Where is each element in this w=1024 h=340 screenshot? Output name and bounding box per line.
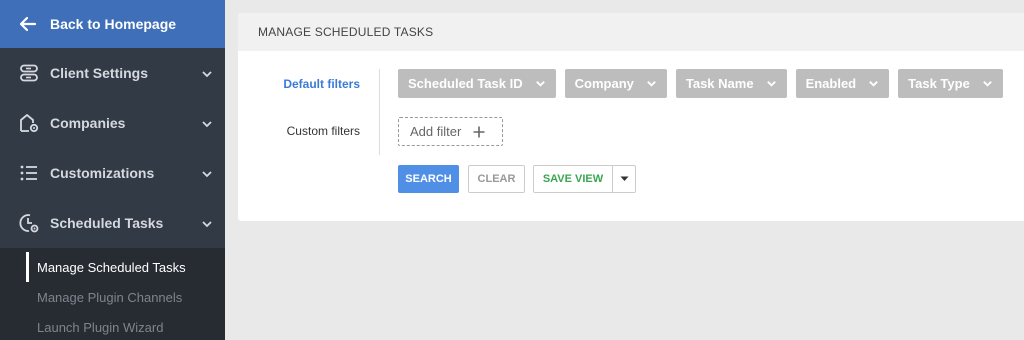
page-title: MANAGE SCHEDULED TASKS — [238, 13, 1024, 51]
save-view-dropdown-button[interactable] — [612, 165, 636, 193]
search-button[interactable]: SEARCH — [398, 165, 459, 193]
back-label: Back to Homepage — [50, 16, 177, 32]
chevron-down-icon — [201, 67, 213, 79]
plus-icon — [473, 126, 485, 138]
sidebar-item-customizations[interactable]: Customizations — [0, 148, 225, 198]
sidebar-item-label: Companies — [50, 115, 126, 131]
sidebar-item-companies[interactable]: Companies — [0, 98, 225, 148]
chevron-down-icon — [201, 167, 213, 179]
scheduled-tasks-submenu: Manage Scheduled Tasks Manage Plugin Cha… — [0, 248, 225, 340]
clock-gear-icon — [18, 212, 40, 234]
filters-divider — [379, 69, 380, 155]
filter-label: Scheduled Task ID — [408, 76, 523, 91]
scheduled-tasks-card: MANAGE SCHEDULED TASKS Default filters C… — [238, 13, 1024, 221]
chevron-down-icon — [982, 78, 993, 89]
chevron-down-icon — [646, 78, 657, 89]
chevron-down-icon — [201, 117, 213, 129]
filter-label: Company — [574, 76, 634, 91]
add-filter-button[interactable]: Add filter — [398, 117, 503, 146]
sidebar-item-label: Customizations — [50, 165, 155, 181]
filter-label: Task Name — [685, 76, 754, 91]
default-filter-list: Scheduled Task ID Company Task Name Enab… — [398, 69, 1003, 98]
sidebar-item-client-settings[interactable]: Client Settings — [0, 48, 225, 98]
filter-company[interactable]: Company — [564, 69, 667, 98]
sidebar: Back to Homepage Client Settings Compani… — [0, 0, 225, 340]
filter-label: Enabled — [805, 76, 857, 91]
caret-down-icon — [620, 176, 629, 182]
chevron-down-icon — [535, 78, 546, 89]
filter-task-name[interactable]: Task Name — [675, 69, 787, 98]
filter-enabled[interactable]: Enabled — [795, 69, 890, 98]
default-filters-label[interactable]: Default filters — [240, 77, 360, 91]
filter-scheduled-task-id[interactable]: Scheduled Task ID — [398, 69, 556, 98]
filter-task-type[interactable]: Task Type — [898, 69, 1003, 98]
submenu-item-manage-scheduled-tasks[interactable]: Manage Scheduled Tasks — [0, 252, 225, 282]
add-filter-label: Add filter — [410, 124, 462, 139]
clear-button[interactable]: CLEAR — [468, 165, 525, 193]
filter-label: Task Type — [908, 76, 970, 91]
list-icon — [18, 162, 40, 184]
custom-filters-label: Custom filters — [286, 124, 360, 138]
sidebar-item-label: Client Settings — [50, 65, 149, 81]
sidebar-item-scheduled-tasks[interactable]: Scheduled Tasks — [0, 198, 225, 248]
save-view-button[interactable]: SAVE VIEW — [533, 165, 612, 193]
chevron-down-icon — [766, 78, 777, 89]
submenu-item-launch-plugin-wizard[interactable]: Launch Plugin Wizard — [0, 312, 225, 340]
building-gear-icon — [18, 112, 40, 134]
submenu-item-manage-plugin-channels[interactable]: Manage Plugin Channels — [0, 282, 225, 312]
back-to-homepage-button[interactable]: Back to Homepage — [0, 0, 225, 48]
arrow-left-icon — [18, 14, 38, 34]
sidebar-item-label: Scheduled Tasks — [50, 215, 164, 231]
chevron-down-icon — [868, 78, 879, 89]
chevron-down-icon — [201, 217, 213, 229]
database-icon — [18, 62, 40, 84]
